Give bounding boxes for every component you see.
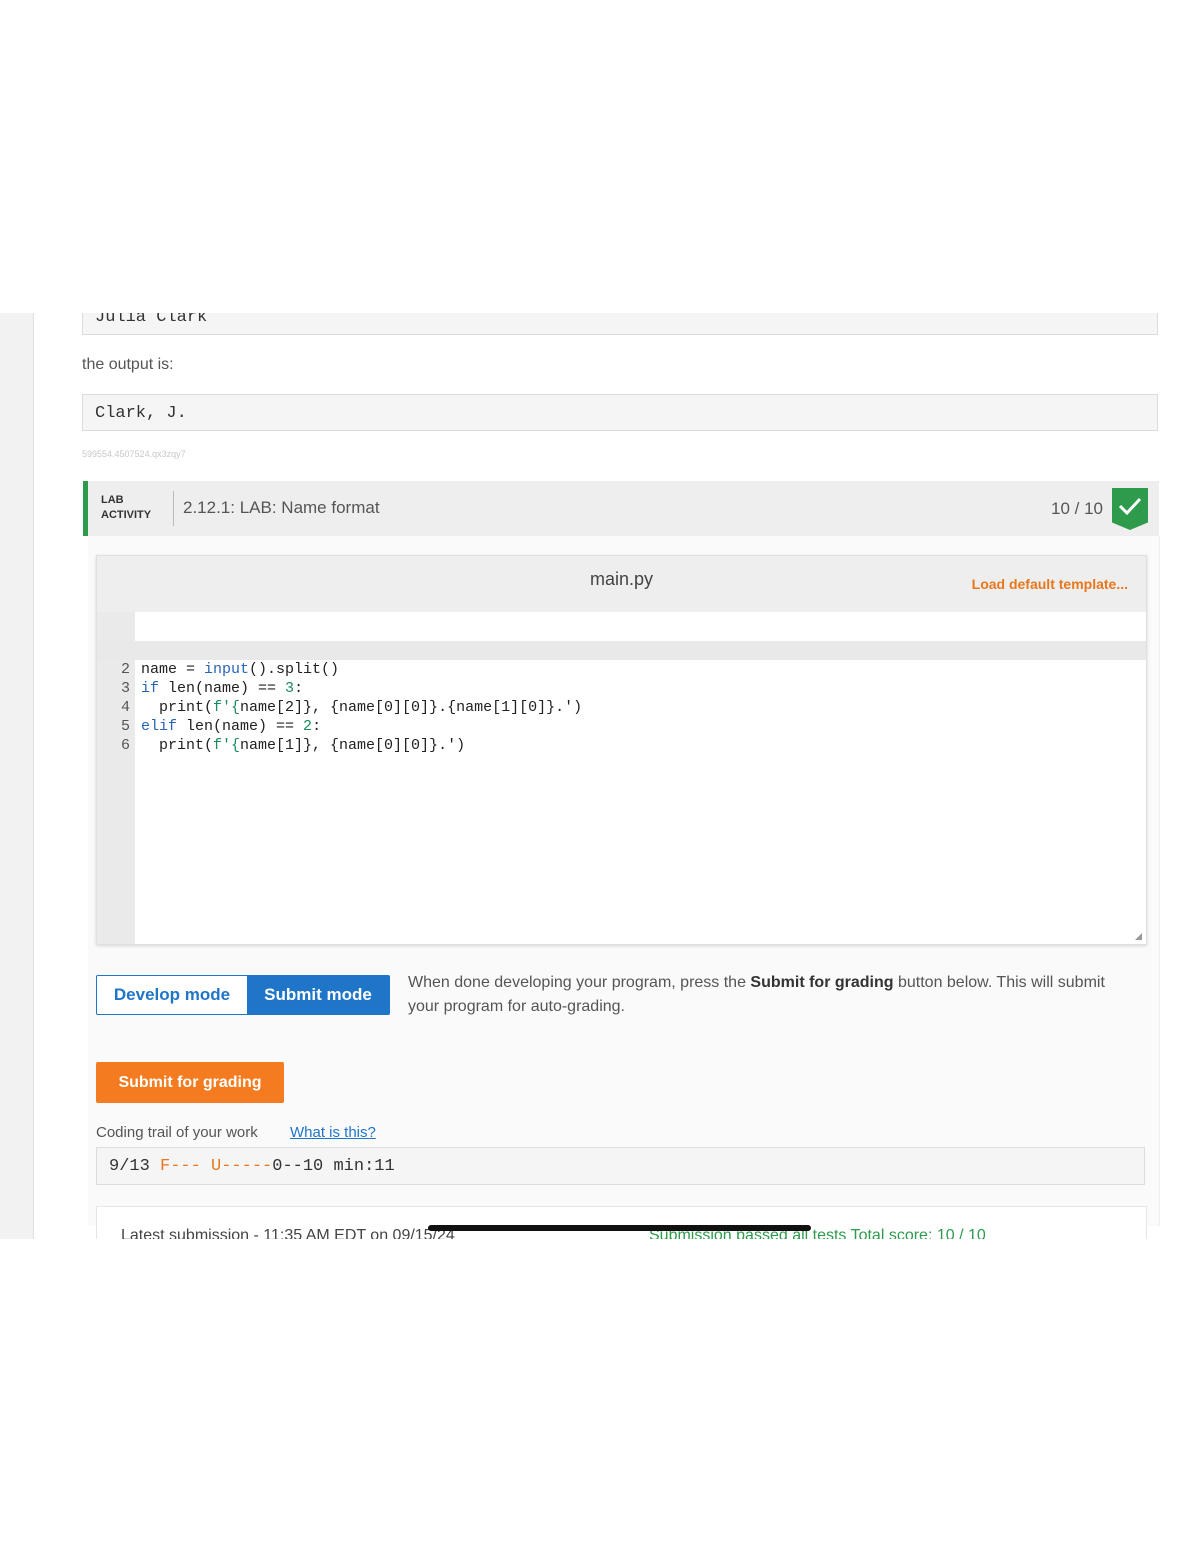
coding-trail-box: 9/13 F--- U-----0--10 min:11 <box>96 1147 1145 1185</box>
trail-u-part: U----- <box>211 1157 273 1176</box>
activity-id: 599554.4507524.qx3zqy7 <box>82 449 186 459</box>
left-sidebar-edge <box>0 313 34 1239</box>
trail-rest: 0--10 <box>272 1157 324 1176</box>
checkmark-icon <box>1118 497 1142 516</box>
coding-trail-label: Coding trail of your work <box>96 1124 258 1141</box>
trail-minutes: min:11 <box>333 1157 395 1176</box>
code-editor[interactable]: main.py Load default template... 1 name … <box>96 555 1147 945</box>
lab-activity-tag: LAB ACTIVITY <box>101 493 151 523</box>
code-line[interactable]: 6 <box>97 717 1146 754</box>
mode-toggle: Develop mode Submit mode <box>96 975 390 1015</box>
trail-f-part: F--- <box>160 1157 201 1176</box>
submit-for-grading-button[interactable]: Submit for grading <box>96 1062 284 1103</box>
line-number: 6 <box>120 737 130 754</box>
input-example-box: Julia Clark <box>82 313 1158 335</box>
code-line[interactable]: 5 print(f'{name[1]}, {name[0][0]}.') <box>97 698 1146 754</box>
what-is-this-link[interactable]: What is this? <box>290 1124 376 1141</box>
mode-description: When done developing your program, press… <box>408 974 1105 1015</box>
develop-mode-button[interactable]: Develop mode <box>97 976 247 1014</box>
completed-badge <box>1112 488 1148 530</box>
coding-trail-text: 9/13 F--- U-----0--10 min:11 <box>109 1157 395 1176</box>
output-example-text: Clark, J. <box>95 404 187 423</box>
submit-mode-button[interactable]: Submit mode <box>247 976 389 1014</box>
code-text: print(f'{name[1]}, {name[0][0]}.') <box>141 737 466 754</box>
code-area[interactable]: 1 name = input().split() 2 if len(name) … <box>97 622 1146 754</box>
lab-activity-header: LAB ACTIVITY 2.12.1: LAB: Name format 10… <box>83 481 1159 536</box>
header-divider <box>173 491 174 526</box>
code-line[interactable]: 1 name = input().split() <box>97 622 1146 678</box>
lab-tag-line2: ACTIVITY <box>101 509 152 521</box>
lab-title: 2.12.1: LAB: Name format <box>183 498 380 517</box>
input-example-text: Julia Clark <box>95 313 208 327</box>
code-line[interactable]: 3 print(f'{name[2]}, {name[0][0]}.{name[… <box>97 660 1146 716</box>
latest-submission-text: Latest submission - 11:35 AM EDT on 09/1… <box>121 1227 455 1239</box>
load-default-template-link[interactable]: Load default template... <box>972 576 1128 592</box>
lab-tag-line1: LAB <box>101 494 124 506</box>
home-indicator-bar <box>428 1225 811 1231</box>
lab-score: 10 / 10 <box>1051 499 1103 518</box>
trail-date: 9/13 <box>109 1157 150 1176</box>
code-line-active[interactable]: 2 if len(name) == 3: <box>97 641 1146 697</box>
latest-submission-card: Latest submission - 11:35 AM EDT on 09/1… <box>96 1206 1147 1239</box>
resize-handle-icon[interactable] <box>1135 933 1142 940</box>
page-viewport: Julia Clark the output is: Clark, J. 599… <box>0 313 1200 1239</box>
mode-description-bold: Submit for grading <box>750 974 894 991</box>
code-line[interactable]: 4 elif len(name) == 2: <box>97 679 1146 735</box>
output-label: the output is: <box>82 356 174 373</box>
editor-header: main.py Load default template... <box>97 556 1146 612</box>
output-example-box: Clark, J. <box>82 394 1158 431</box>
